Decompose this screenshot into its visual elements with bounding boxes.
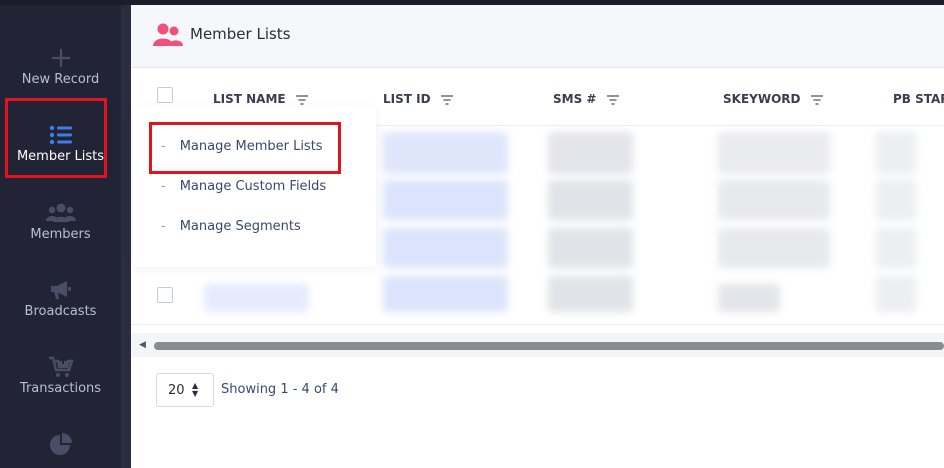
filter-icon[interactable] — [606, 94, 619, 105]
page-size-select[interactable]: 20 ▲ ▼ — [156, 373, 214, 407]
blurred-cell — [548, 276, 633, 312]
sidebar-item-label: Broadcasts — [24, 304, 97, 319]
blurred-cell — [383, 180, 508, 220]
blurred-cell — [548, 228, 633, 268]
blurred-cell — [718, 180, 830, 220]
menu-dash: - — [161, 219, 166, 234]
scrollbar-thumb[interactable] — [154, 342, 944, 350]
pie-chart-icon — [49, 433, 72, 455]
column-header-list-id[interactable]: LIST ID — [383, 92, 453, 106]
blurred-cell — [876, 276, 916, 312]
active-item-highlight — [5, 98, 107, 178]
cart-icon — [48, 356, 74, 377]
column-header-skeyword[interactable]: SKEYWORD — [723, 92, 823, 106]
column-label: PB STAR — [893, 92, 944, 106]
megaphone-icon — [50, 281, 71, 299]
row-divider — [131, 324, 944, 325]
page-header: Member Lists — [131, 5, 944, 68]
menu-item-manage-segments[interactable]: - Manage Segments — [161, 219, 301, 234]
menu-dash: - — [161, 179, 166, 194]
filter-icon[interactable] — [810, 94, 823, 105]
blurred-cell — [876, 132, 916, 174]
sidebar-item-broadcasts[interactable]: Broadcasts — [0, 279, 121, 319]
sidebar-item-transactions[interactable]: Transactions — [0, 356, 121, 396]
row-checkbox[interactable] — [157, 287, 173, 303]
column-label: LIST NAME — [213, 92, 286, 106]
column-label: SMS # — [553, 92, 597, 106]
menu-item-label: Manage Custom Fields — [179, 179, 327, 194]
scroll-left-icon[interactable]: ◀ — [139, 340, 146, 350]
sidebar-item-reports[interactable] — [0, 432, 121, 459]
menu-item-manage-custom-fields[interactable]: - Manage Custom Fields — [161, 179, 326, 194]
page-size-value: 20 — [168, 383, 185, 398]
sidebar-item-label: Transactions — [19, 381, 102, 396]
filter-icon[interactable] — [295, 94, 308, 105]
sidebar: New Record Member Lists Members Broadcas… — [0, 5, 131, 468]
menu-item-highlight — [149, 122, 341, 174]
sidebar-item-members[interactable]: Members — [0, 202, 121, 242]
blurred-cell — [718, 284, 780, 312]
plus-icon — [51, 49, 70, 67]
blurred-cell — [383, 228, 508, 268]
blurred-cell — [383, 276, 508, 312]
blurred-cell — [383, 132, 508, 174]
users-icon — [45, 203, 76, 222]
blurred-cell — [718, 228, 830, 268]
column-label: SKEYWORD — [723, 92, 801, 106]
blurred-cell — [876, 228, 916, 268]
select-all-checkbox[interactable] — [157, 87, 173, 103]
page-title: Member Lists — [190, 25, 291, 43]
member-lists-icon — [153, 23, 183, 46]
blurred-cell — [876, 180, 916, 220]
sort-updown-icon: ▲ ▼ — [192, 381, 199, 398]
showing-count: Showing 1 - 4 of 4 — [221, 382, 339, 397]
menu-item-label: Manage Segments — [179, 219, 301, 234]
sidebar-item-label: New Record — [21, 72, 100, 87]
column-header-sms[interactable]: SMS # — [553, 92, 619, 106]
column-header-list-name[interactable]: LIST NAME — [213, 92, 308, 106]
filter-icon[interactable] — [440, 94, 453, 105]
sidebar-item-label: Members — [30, 227, 91, 242]
blurred-cell — [548, 180, 633, 220]
sidebar-scrollbar[interactable] — [121, 5, 131, 468]
column-label: LIST ID — [383, 92, 431, 106]
sidebar-item-new-record[interactable]: New Record — [0, 47, 121, 87]
blurred-cell — [718, 132, 830, 174]
blurred-cell — [204, 284, 309, 312]
blurred-cell — [548, 132, 633, 174]
column-header-pb-star[interactable]: PB STAR — [893, 92, 944, 106]
